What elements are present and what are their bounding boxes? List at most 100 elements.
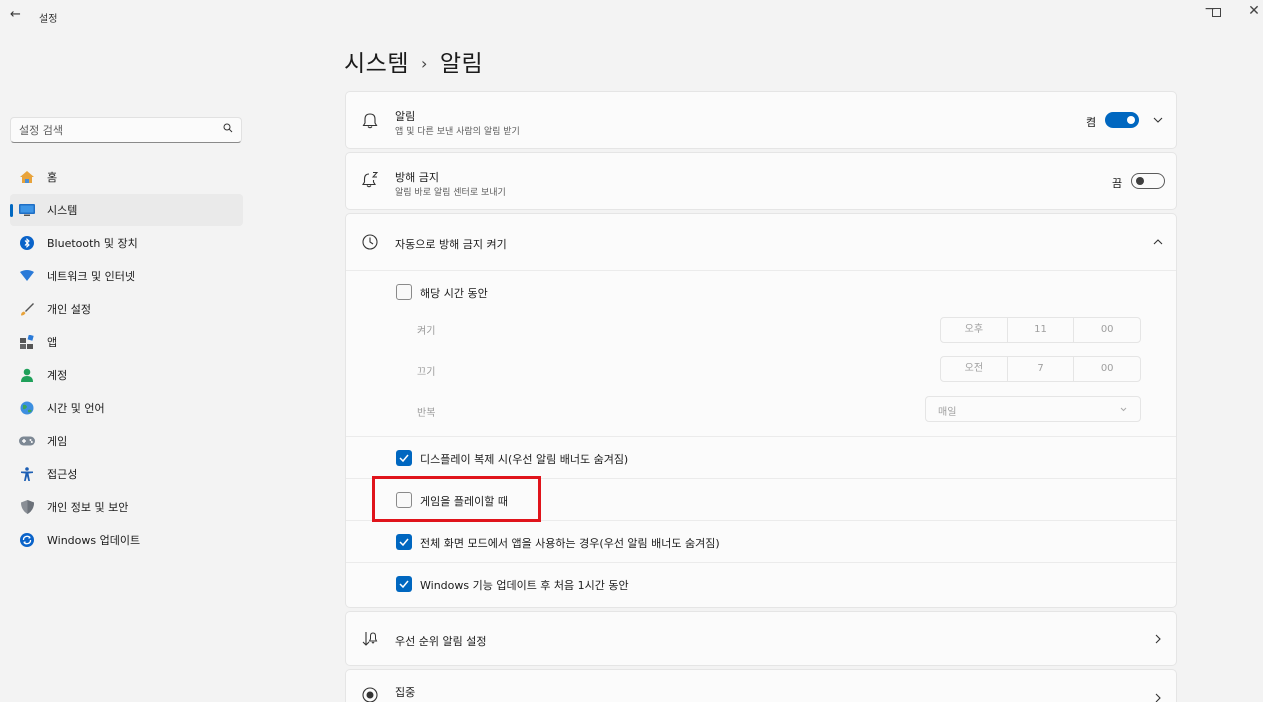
chevron-right-icon[interactable] bbox=[1152, 692, 1164, 702]
checkmark-icon bbox=[399, 580, 409, 589]
auto-dnd-header[interactable]: 자동으로 방해 금지 켜기 bbox=[346, 214, 1176, 270]
account-icon bbox=[19, 367, 35, 383]
bell-icon bbox=[362, 113, 378, 129]
sidebar-item-accounts[interactable]: 계정 bbox=[10, 359, 243, 391]
sidebar-item-label: 홈 bbox=[47, 171, 58, 184]
priority-notifications-card[interactable]: 우선 순위 알림 설정 bbox=[345, 611, 1177, 666]
apps-icon bbox=[19, 334, 35, 350]
notifications-title: 알림 bbox=[395, 110, 416, 123]
home-icon bbox=[19, 169, 35, 185]
turn-on-time-picker[interactable]: 오후 11 00 bbox=[940, 317, 1141, 343]
update-icon bbox=[19, 532, 35, 548]
app-title: 설정 bbox=[39, 14, 58, 25]
display-duplicate-checkbox[interactable] bbox=[396, 450, 412, 466]
sidebar-item-windows-update[interactable]: Windows 업데이트 bbox=[10, 524, 243, 556]
dnd-toggle[interactable] bbox=[1131, 173, 1165, 189]
do-not-disturb-icon bbox=[362, 172, 379, 188]
sidebar-item-label: 게임 bbox=[47, 435, 68, 448]
sidebar-item-network[interactable]: 네트워크 및 인터넷 bbox=[10, 260, 243, 292]
search-icon[interactable] bbox=[223, 123, 233, 133]
priority-title: 우선 순위 알림 설정 bbox=[395, 635, 487, 648]
sidebar-item-label: 앱 bbox=[47, 336, 58, 349]
sidebar-item-time-language[interactable]: 시간 및 언어 bbox=[10, 392, 243, 424]
highlight-box bbox=[372, 476, 541, 522]
brush-icon bbox=[19, 301, 35, 317]
globe-icon bbox=[19, 400, 35, 416]
sidebar-item-home[interactable]: 홈 bbox=[10, 161, 243, 193]
fullscreen-app-label: 전체 화면 모드에서 앱을 사용하는 경우(우선 알림 배너도 숨겨짐) bbox=[420, 537, 720, 550]
focus-icon bbox=[362, 687, 378, 702]
breadcrumb-current: 알림 bbox=[439, 51, 484, 77]
sidebar-item-gaming[interactable]: 게임 bbox=[10, 425, 243, 457]
sidebar-item-personalization[interactable]: 개인 설정 bbox=[10, 293, 243, 325]
feature-update-label: Windows 기능 업데이트 후 처음 1시간 동안 bbox=[420, 579, 629, 592]
repeat-value: 매일 bbox=[938, 407, 957, 418]
sidebar-item-label: 시스템 bbox=[47, 204, 78, 217]
chevron-down-icon[interactable] bbox=[1152, 114, 1164, 126]
sidebar-item-label: 시간 및 언어 bbox=[47, 402, 105, 415]
feature-update-checkbox[interactable] bbox=[396, 576, 412, 592]
do-not-disturb-card[interactable]: 방해 금지 알림 바로 알림 센터로 보내기 끔 bbox=[345, 152, 1177, 210]
maximize-button[interactable] bbox=[1212, 8, 1221, 17]
title-bar: ← 설정 − ✕ bbox=[0, 0, 1263, 32]
repeat-label: 반복 bbox=[417, 408, 436, 419]
dnd-subtitle: 알림 바로 알림 센터로 보내기 bbox=[395, 188, 506, 198]
breadcrumb-separator: › bbox=[420, 54, 428, 73]
turn-on-hour[interactable]: 11 bbox=[1008, 318, 1075, 342]
auto-dnd-title: 자동으로 방해 금지 켜기 bbox=[395, 238, 507, 251]
sidebar-nav: 홈 시스템 Bluetooth 및 장치 네트워크 및 인터넷 개인 설정 앱 bbox=[10, 161, 243, 557]
clock-icon bbox=[362, 234, 378, 250]
turn-on-minute[interactable]: 00 bbox=[1074, 318, 1140, 342]
divider bbox=[346, 270, 1176, 271]
sidebar-item-accessibility[interactable]: 접근성 bbox=[10, 458, 243, 490]
settings-search[interactable] bbox=[10, 117, 242, 143]
page-title: 시스템 › 알림 bbox=[344, 44, 483, 78]
checkmark-icon bbox=[399, 454, 409, 463]
notifications-card[interactable]: 알림 앱 및 다른 보낸 사람의 알림 받기 켬 bbox=[345, 91, 1177, 149]
bluetooth-icon bbox=[19, 235, 35, 251]
sidebar-item-apps[interactable]: 앱 bbox=[10, 326, 243, 358]
divider bbox=[346, 562, 1176, 563]
back-button[interactable]: ← bbox=[10, 7, 21, 22]
notifications-toggle[interactable] bbox=[1105, 112, 1139, 128]
sidebar-item-label: 개인 설정 bbox=[47, 303, 91, 316]
sidebar-item-label: 개인 정보 및 보안 bbox=[47, 501, 129, 514]
system-icon bbox=[19, 202, 35, 218]
during-hours-checkbox[interactable] bbox=[396, 284, 412, 300]
sidebar-item-label: Windows 업데이트 bbox=[47, 534, 141, 547]
turn-off-minute[interactable]: 00 bbox=[1074, 357, 1140, 381]
shield-icon bbox=[19, 499, 35, 515]
sidebar-item-label: Bluetooth 및 장치 bbox=[47, 237, 138, 250]
gamepad-icon bbox=[19, 433, 35, 449]
fullscreen-app-checkbox[interactable] bbox=[396, 534, 412, 550]
focus-card[interactable]: 집중 bbox=[345, 669, 1177, 702]
notifications-subtitle: 앱 및 다른 보낸 사람의 알림 받기 bbox=[395, 127, 520, 137]
during-hours-label: 해당 시간 동안 bbox=[420, 287, 488, 300]
dnd-toggle-label: 끔 bbox=[1112, 177, 1123, 190]
sidebar-item-system[interactable]: 시스템 bbox=[10, 194, 243, 226]
checkmark-icon bbox=[399, 538, 409, 547]
turn-on-ampm[interactable]: 오후 bbox=[941, 318, 1008, 342]
turn-off-ampm[interactable]: 오전 bbox=[941, 357, 1008, 381]
sidebar-item-privacy[interactable]: 개인 정보 및 보안 bbox=[10, 491, 243, 523]
auto-dnd-card: 자동으로 방해 금지 켜기 해당 시간 동안 켜기 오후 11 00 끄기 오전… bbox=[345, 213, 1177, 608]
sidebar-item-label: 접근성 bbox=[47, 468, 78, 481]
turn-off-hour[interactable]: 7 bbox=[1008, 357, 1075, 381]
network-icon bbox=[19, 268, 35, 284]
close-button[interactable]: ✕ bbox=[1242, 3, 1263, 19]
breadcrumb-parent[interactable]: 시스템 bbox=[344, 51, 409, 77]
chevron-down-icon bbox=[1120, 407, 1127, 412]
chevron-up-icon[interactable] bbox=[1152, 236, 1164, 248]
sidebar-item-label: 네트워크 및 인터넷 bbox=[47, 270, 135, 283]
dnd-title: 방해 금지 bbox=[395, 171, 439, 184]
search-input[interactable] bbox=[19, 122, 209, 138]
turn-on-label: 켜기 bbox=[417, 326, 436, 337]
turn-off-time-picker[interactable]: 오전 7 00 bbox=[940, 356, 1141, 382]
notifications-toggle-label: 켬 bbox=[1086, 116, 1097, 129]
turn-off-label: 끄기 bbox=[417, 367, 436, 378]
priority-sort-icon bbox=[362, 632, 378, 646]
chevron-right-icon[interactable] bbox=[1152, 633, 1164, 645]
repeat-dropdown[interactable]: 매일 bbox=[925, 396, 1141, 422]
focus-title: 집중 bbox=[395, 686, 416, 699]
sidebar-item-bluetooth[interactable]: Bluetooth 및 장치 bbox=[10, 227, 243, 259]
